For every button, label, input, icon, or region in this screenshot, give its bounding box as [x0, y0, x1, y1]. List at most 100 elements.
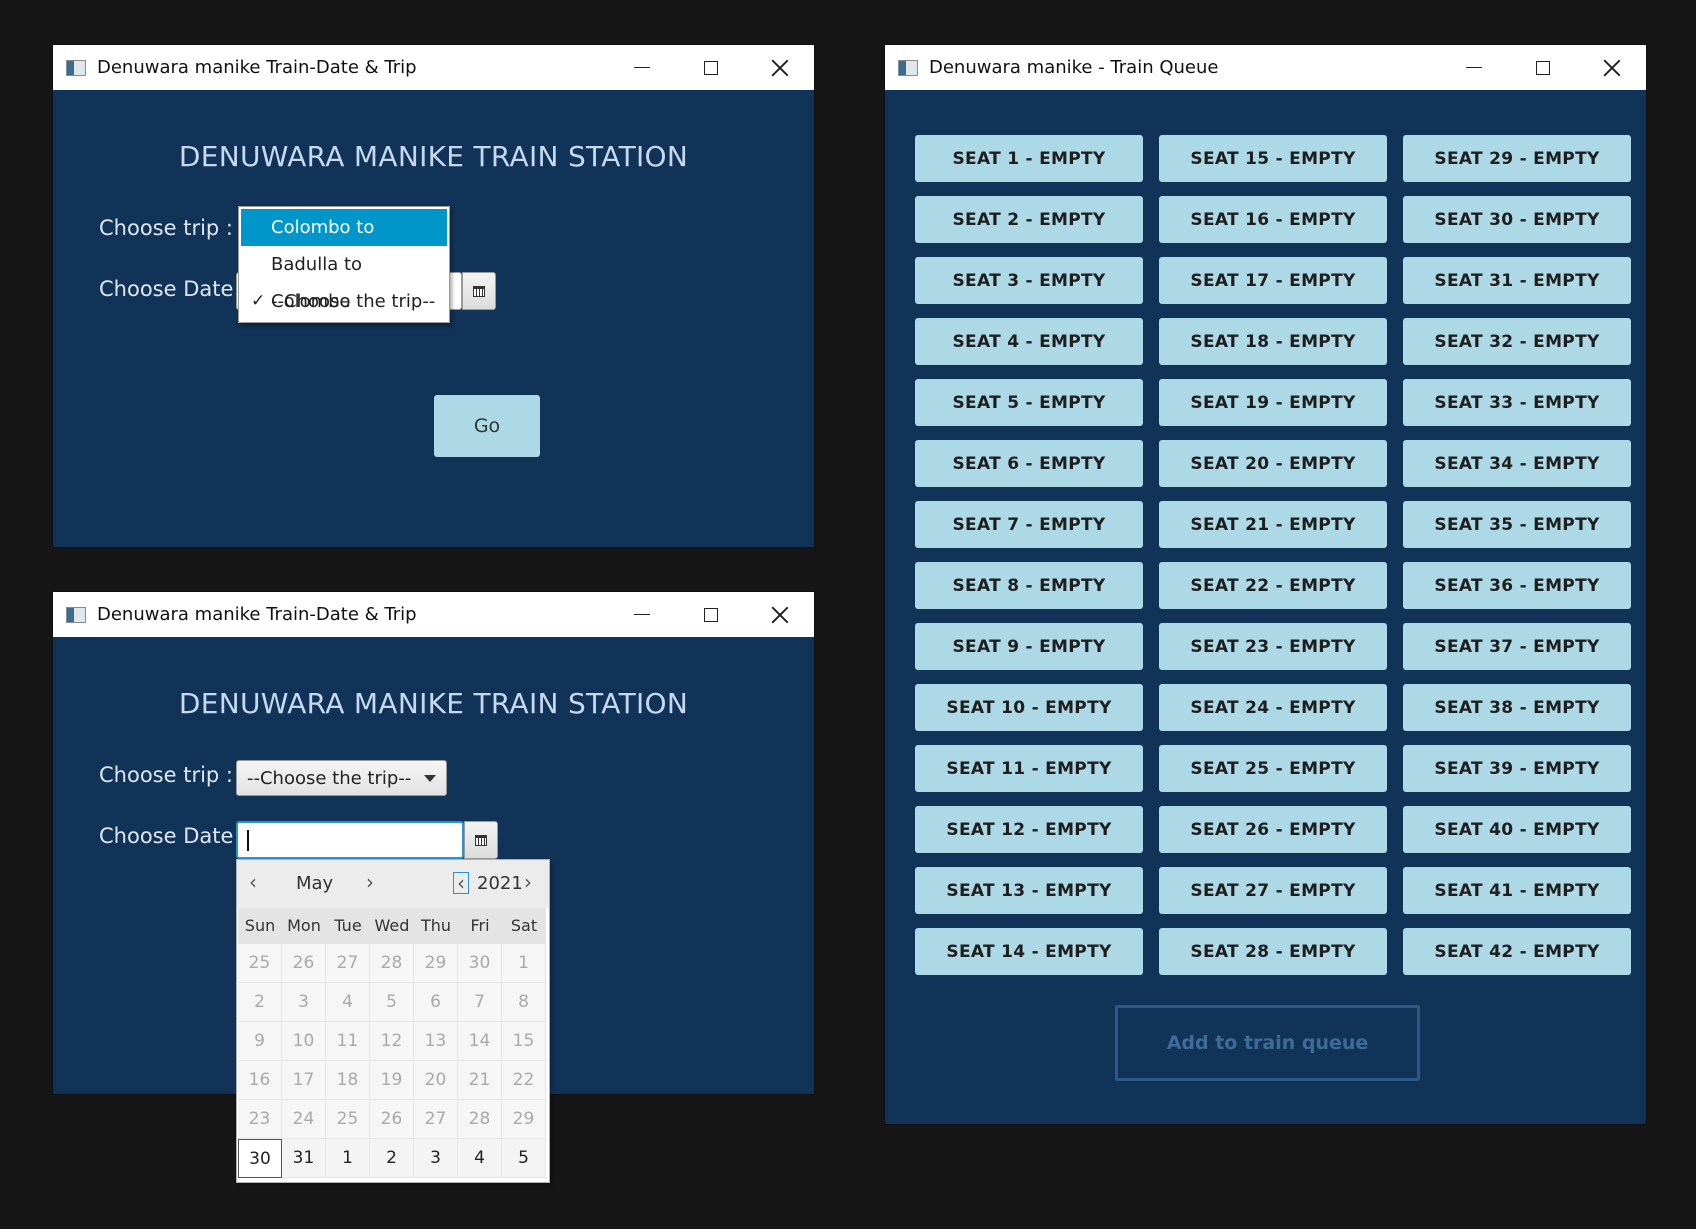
- seat-button[interactable]: SEAT 30 - EMPTY: [1403, 196, 1631, 243]
- seat-button[interactable]: SEAT 36 - EMPTY: [1403, 562, 1631, 609]
- trip-option[interactable]: Badulla to Colombo: [241, 246, 447, 312]
- seat-button[interactable]: SEAT 2 - EMPTY: [915, 196, 1143, 243]
- calendar-day[interactable]: 31: [282, 1139, 326, 1178]
- seat-button[interactable]: SEAT 38 - EMPTY: [1403, 684, 1631, 731]
- calendar-day[interactable]: 2: [238, 983, 282, 1022]
- calendar-day[interactable]: 16: [238, 1061, 282, 1100]
- title-bar[interactable]: Denuwara manike Train-Date & Trip: [53, 45, 814, 90]
- title-bar[interactable]: Denuwara manike - Train Queue: [885, 45, 1646, 90]
- calendar-day[interactable]: 6: [414, 983, 458, 1022]
- calendar-day[interactable]: 5: [370, 983, 414, 1022]
- close-button[interactable]: [745, 45, 814, 90]
- calendar-day[interactable]: 1: [326, 1139, 370, 1178]
- calendar-day[interactable]: 27: [326, 944, 370, 983]
- calendar-day[interactable]: 19: [370, 1061, 414, 1100]
- calendar-day[interactable]: 13: [414, 1022, 458, 1061]
- seat-button[interactable]: SEAT 7 - EMPTY: [915, 501, 1143, 548]
- next-year-icon[interactable]: ›: [524, 870, 532, 894]
- calendar-day[interactable]: 28: [458, 1100, 502, 1139]
- seat-button[interactable]: SEAT 41 - EMPTY: [1403, 867, 1631, 914]
- seat-button[interactable]: SEAT 11 - EMPTY: [915, 745, 1143, 792]
- seat-button[interactable]: SEAT 1 - EMPTY: [915, 135, 1143, 182]
- calendar-day[interactable]: 2: [370, 1139, 414, 1178]
- title-bar[interactable]: Denuwara manike Train-Date & Trip: [53, 592, 814, 637]
- seat-button[interactable]: SEAT 12 - EMPTY: [915, 806, 1143, 853]
- calendar-day[interactable]: 22: [502, 1061, 546, 1100]
- calendar-day[interactable]: 10: [282, 1022, 326, 1061]
- minimize-button[interactable]: [1439, 45, 1508, 90]
- seat-button[interactable]: SEAT 6 - EMPTY: [915, 440, 1143, 487]
- next-month-icon[interactable]: ›: [366, 870, 374, 894]
- seat-button[interactable]: SEAT 16 - EMPTY: [1159, 196, 1387, 243]
- seat-button[interactable]: SEAT 26 - EMPTY: [1159, 806, 1387, 853]
- maximize-button[interactable]: [676, 592, 745, 637]
- calendar-day[interactable]: 1: [502, 944, 546, 983]
- seat-button[interactable]: SEAT 29 - EMPTY: [1403, 135, 1631, 182]
- seat-button[interactable]: SEAT 19 - EMPTY: [1159, 379, 1387, 426]
- calendar-day[interactable]: 29: [414, 944, 458, 983]
- calendar-day[interactable]: 25: [238, 944, 282, 983]
- calendar-day[interactable]: 28: [370, 944, 414, 983]
- seat-button[interactable]: SEAT 25 - EMPTY: [1159, 745, 1387, 792]
- seat-button[interactable]: SEAT 32 - EMPTY: [1403, 318, 1631, 365]
- minimize-button[interactable]: [607, 45, 676, 90]
- calendar-day[interactable]: 14: [458, 1022, 502, 1061]
- seat-button[interactable]: SEAT 15 - EMPTY: [1159, 135, 1387, 182]
- date-input[interactable]: [236, 821, 464, 859]
- prev-month-icon[interactable]: ‹: [249, 870, 257, 894]
- calendar-day[interactable]: 26: [370, 1100, 414, 1139]
- calendar-day[interactable]: 29: [502, 1100, 546, 1139]
- maximize-button[interactable]: [1508, 45, 1577, 90]
- calendar-day[interactable]: 15: [502, 1022, 546, 1061]
- seat-button[interactable]: SEAT 3 - EMPTY: [915, 257, 1143, 304]
- close-button[interactable]: [745, 592, 814, 637]
- calendar-day[interactable]: 5: [502, 1139, 546, 1178]
- seat-button[interactable]: SEAT 22 - EMPTY: [1159, 562, 1387, 609]
- seat-button[interactable]: SEAT 40 - EMPTY: [1403, 806, 1631, 853]
- seat-button[interactable]: SEAT 20 - EMPTY: [1159, 440, 1387, 487]
- seat-button[interactable]: SEAT 28 - EMPTY: [1159, 928, 1387, 975]
- calendar-day[interactable]: 3: [282, 983, 326, 1022]
- minimize-button[interactable]: [607, 592, 676, 637]
- seat-button[interactable]: SEAT 33 - EMPTY: [1403, 379, 1631, 426]
- seat-button[interactable]: SEAT 24 - EMPTY: [1159, 684, 1387, 731]
- seat-button[interactable]: SEAT 31 - EMPTY: [1403, 257, 1631, 304]
- calendar-day[interactable]: 30: [238, 1139, 282, 1178]
- calendar-day[interactable]: 9: [238, 1022, 282, 1061]
- calendar-day[interactable]: 4: [326, 983, 370, 1022]
- calendar-day[interactable]: 21: [458, 1061, 502, 1100]
- calendar-day[interactable]: 30: [458, 944, 502, 983]
- trip-option[interactable]: Colombo to Badulla: [241, 209, 447, 275]
- calendar-day[interactable]: 4: [458, 1139, 502, 1178]
- calendar-day[interactable]: 25: [326, 1100, 370, 1139]
- seat-button[interactable]: SEAT 42 - EMPTY: [1403, 928, 1631, 975]
- seat-button[interactable]: SEAT 34 - EMPTY: [1403, 440, 1631, 487]
- seat-button[interactable]: SEAT 9 - EMPTY: [915, 623, 1143, 670]
- calendar-day[interactable]: 18: [326, 1061, 370, 1100]
- add-to-queue-button[interactable]: Add to train queue: [1115, 1005, 1420, 1081]
- date-picker-button[interactable]: [462, 272, 496, 310]
- seat-button[interactable]: SEAT 23 - EMPTY: [1159, 623, 1387, 670]
- seat-button[interactable]: SEAT 18 - EMPTY: [1159, 318, 1387, 365]
- seat-button[interactable]: SEAT 39 - EMPTY: [1403, 745, 1631, 792]
- calendar-day[interactable]: 20: [414, 1061, 458, 1100]
- trip-option[interactable]: ✓ --Choose the trip--: [241, 283, 447, 320]
- trip-combobox[interactable]: --Choose the trip--: [236, 760, 447, 796]
- calendar-day[interactable]: 27: [414, 1100, 458, 1139]
- seat-button[interactable]: SEAT 10 - EMPTY: [915, 684, 1143, 731]
- calendar-day[interactable]: 24: [282, 1100, 326, 1139]
- seat-button[interactable]: SEAT 8 - EMPTY: [915, 562, 1143, 609]
- prev-year-icon[interactable]: ‹: [453, 872, 469, 894]
- calendar-day[interactable]: 3: [414, 1139, 458, 1178]
- date-picker-button[interactable]: [464, 821, 498, 859]
- go-button[interactable]: Go: [434, 395, 540, 457]
- maximize-button[interactable]: [676, 45, 745, 90]
- calendar-day[interactable]: 17: [282, 1061, 326, 1100]
- seat-button[interactable]: SEAT 37 - EMPTY: [1403, 623, 1631, 670]
- calendar-day[interactable]: 11: [326, 1022, 370, 1061]
- calendar-day[interactable]: 7: [458, 983, 502, 1022]
- seat-button[interactable]: SEAT 27 - EMPTY: [1159, 867, 1387, 914]
- seat-button[interactable]: SEAT 14 - EMPTY: [915, 928, 1143, 975]
- seat-button[interactable]: SEAT 21 - EMPTY: [1159, 501, 1387, 548]
- seat-button[interactable]: SEAT 13 - EMPTY: [915, 867, 1143, 914]
